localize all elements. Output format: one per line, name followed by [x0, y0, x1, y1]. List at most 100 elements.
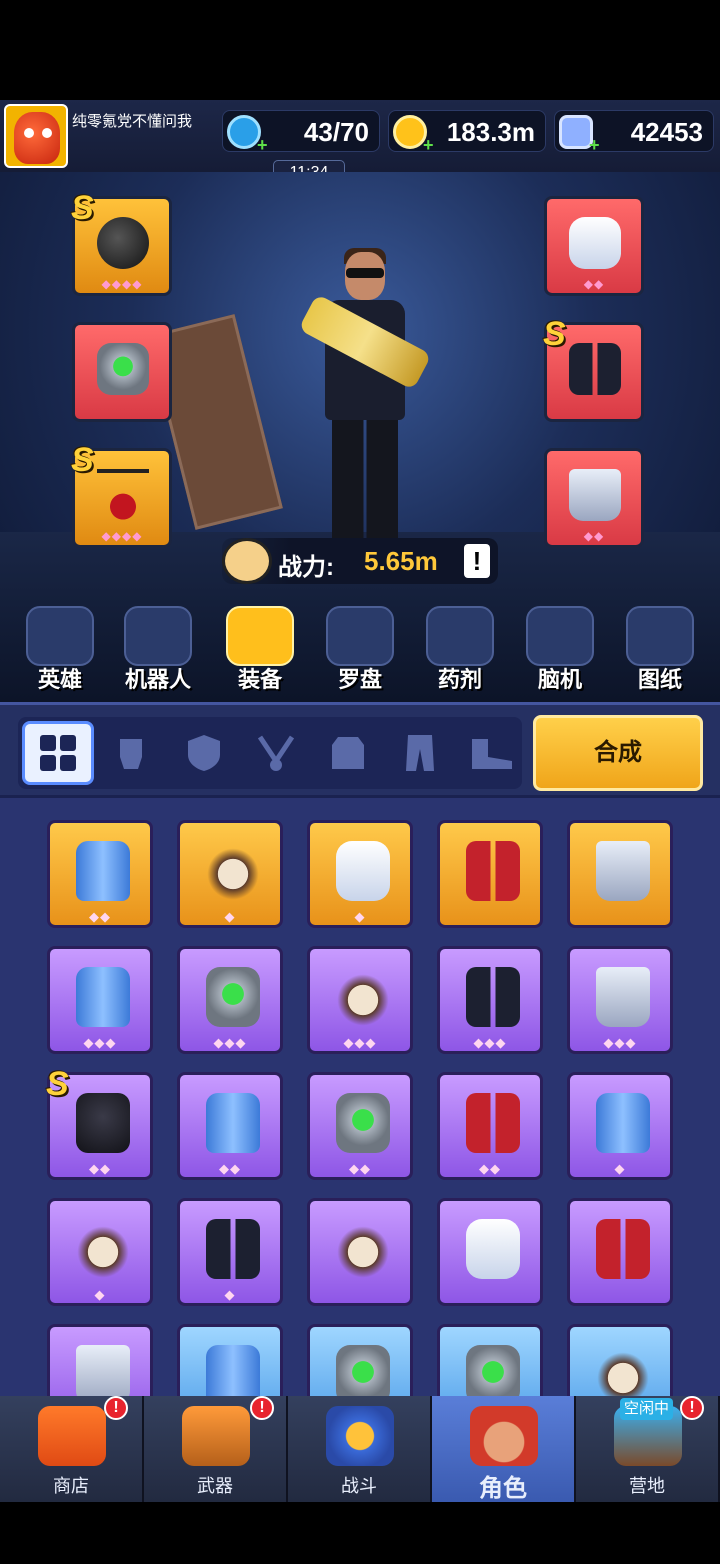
inventory-item[interactable]: ◆◆◆	[47, 946, 153, 1054]
power-label: 战力:	[278, 554, 334, 581]
hero-sunglasses	[346, 268, 384, 278]
tab-character[interactable]: 角色	[432, 1396, 576, 1502]
boots-icon	[596, 841, 650, 901]
star-gems: ◆◆◆	[473, 1035, 507, 1050]
jacket-icon	[466, 1219, 520, 1279]
robot-icon	[124, 606, 192, 666]
tab-battle[interactable]: 战斗	[288, 1396, 432, 1502]
inventory-item[interactable]: ◆◆	[177, 1072, 283, 1180]
equip-slot-left-3[interactable]: S ◆◆◆◆	[71, 441, 172, 548]
filter-all[interactable]	[22, 721, 94, 785]
inventory-item[interactable]	[437, 1198, 543, 1306]
category-equipment[interactable]: 装备	[220, 606, 300, 692]
filter-necklace[interactable]	[240, 721, 312, 785]
equip-slot-left-2[interactable]	[72, 322, 172, 422]
category-brain[interactable]: 脑机	[520, 606, 600, 692]
inventory-item[interactable]: ◆◆◆	[437, 946, 543, 1054]
equip-slot-right-3[interactable]: ◆◆	[544, 448, 644, 548]
inventory-item[interactable]: ◆◆	[307, 1072, 413, 1180]
tab-label: 角色	[479, 1475, 527, 1502]
vest-icon	[226, 606, 294, 666]
bomb-icon	[97, 217, 149, 269]
player-avatar[interactable]	[4, 104, 68, 168]
inventory-item[interactable]	[437, 820, 543, 928]
filter-pants[interactable]	[384, 721, 456, 785]
gems-plus-icon[interactable]: +	[589, 135, 600, 156]
star-gems: ◆◆	[219, 1161, 241, 1176]
category-label: 药剂	[437, 667, 482, 692]
category-label: 罗盘	[337, 667, 382, 692]
inventory-item[interactable]: ◆◆◆	[567, 946, 673, 1054]
inventory-item[interactable]: ◆	[177, 1198, 283, 1306]
filter-shield[interactable]	[168, 721, 240, 785]
inventory-item[interactable]: S ◆◆	[46, 1065, 153, 1180]
boot-icon	[472, 739, 512, 769]
gun-icon	[182, 1406, 250, 1466]
pants-red-icon	[466, 1093, 520, 1153]
hero-face-icon	[26, 606, 94, 666]
star-gems: ◆◆◆◆	[101, 277, 143, 291]
category-blueprint[interactable]: 图纸	[620, 606, 700, 692]
category-potion[interactable]: 药剂	[420, 606, 500, 692]
inventory-item[interactable]: ◆◆◆	[307, 946, 413, 1054]
star-gems: ◆◆◆	[343, 1035, 377, 1050]
gems-value: 42453	[630, 117, 703, 147]
inventory-item[interactable]: ◆◆◆	[177, 946, 283, 1054]
coins-stat[interactable]: + 183.3m	[388, 110, 546, 155]
craft-button[interactable]: 合成	[533, 715, 703, 791]
filter-armor[interactable]	[312, 721, 384, 785]
tab-label: 营地	[629, 1476, 665, 1496]
battle-icon	[326, 1406, 394, 1466]
energy-plus-icon[interactable]: +	[257, 135, 268, 156]
star-gems: ◆◆◆◆	[101, 529, 143, 543]
tab-label: 战斗	[341, 1476, 377, 1496]
category-label: 装备	[237, 667, 282, 692]
potion-icon	[426, 606, 494, 666]
crystal-icon	[559, 115, 593, 149]
inventory-item[interactable]: ◆◆	[47, 820, 153, 928]
inventory-item[interactable]	[307, 1198, 413, 1306]
power-info-button[interactable]: !	[464, 544, 490, 578]
tab-shop[interactable]: ! 商店	[0, 1396, 144, 1502]
inventory-item[interactable]: ◆	[567, 1072, 673, 1180]
grenade-icon	[76, 841, 130, 901]
combat-power: 战力: 5.65m !	[222, 538, 498, 584]
skull-icon	[76, 1219, 130, 1279]
s-rank-badge: S	[543, 315, 566, 353]
tab-camp[interactable]: 空闲中 ! 营地	[576, 1396, 720, 1502]
goggles-icon	[526, 606, 594, 666]
pants-red-icon	[596, 1219, 650, 1279]
equip-slot-right-2[interactable]: S	[543, 315, 644, 422]
tab-weapons[interactable]: ! 武器	[144, 1396, 288, 1502]
star-gems: ◆◆	[349, 1161, 371, 1176]
energy-stat[interactable]: + 43/70	[222, 110, 380, 155]
inventory-item[interactable]: ◆	[47, 1198, 153, 1306]
category-hero[interactable]: 英雄	[20, 606, 100, 692]
inventory-item[interactable]	[567, 1198, 673, 1306]
category-compass[interactable]: 罗盘	[320, 606, 400, 692]
inventory-item[interactable]: ◆	[177, 820, 283, 928]
s-rank-badge: S	[71, 441, 94, 479]
boots-icon	[596, 967, 650, 1027]
filter-boots[interactable]	[456, 721, 528, 785]
coins-plus-icon[interactable]: +	[423, 135, 434, 156]
inventory-item[interactable]: ◆	[307, 820, 413, 928]
grenade-icon	[206, 1093, 260, 1153]
equip-slot-left-1[interactable]: S ◆◆◆◆	[71, 189, 172, 296]
tab-label: 商店	[53, 1476, 89, 1496]
grenade-icon	[596, 1093, 650, 1153]
category-label: 英雄	[37, 667, 82, 692]
vest-icon	[332, 737, 364, 769]
gems-stat[interactable]: + 42453	[554, 110, 714, 155]
hero-legs	[332, 418, 398, 542]
inventory-item[interactable]	[567, 820, 673, 928]
s-rank-badge: S	[71, 189, 94, 227]
equip-slot-right-1[interactable]: ◆◆	[544, 196, 644, 296]
inventory-panel: 合成 ◆◆ ◆ ◆ ◆◆◆ ◆◆◆ ◆◆◆ ◆◆◆ ◆◆◆ S ◆◆ ◆◆ ◆◆ ◆◆ ◆ ◆ ◆	[0, 702, 720, 1432]
energy-icon	[227, 115, 261, 149]
category-robot[interactable]: 机器人	[118, 606, 198, 692]
pants-icon	[406, 735, 434, 771]
skull-icon	[206, 841, 260, 901]
inventory-item[interactable]: ◆◆	[437, 1072, 543, 1180]
filter-gloves[interactable]	[96, 721, 168, 785]
